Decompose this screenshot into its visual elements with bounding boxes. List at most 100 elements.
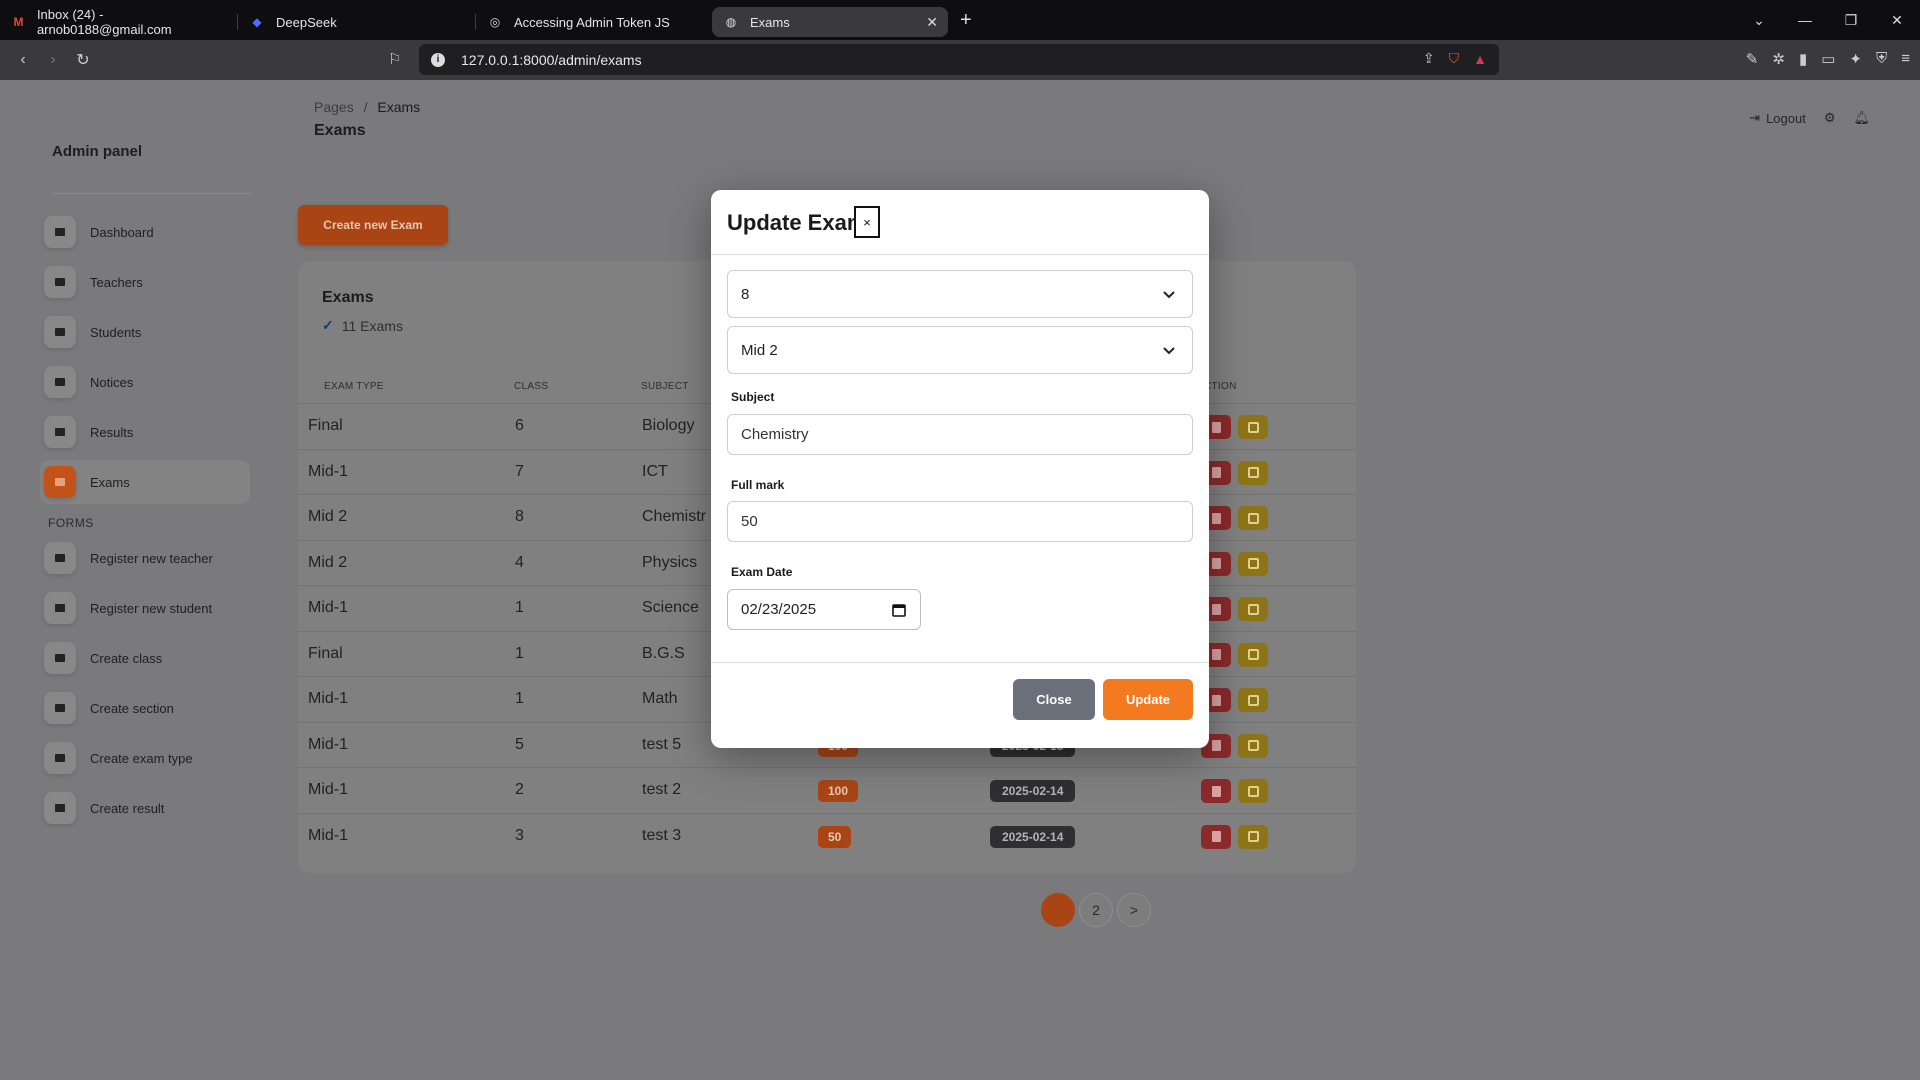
full-mark-badge: 100 — [818, 780, 859, 802]
sidebar-item-students[interactable]: Students — [40, 310, 250, 354]
exam-type-cell: Mid-1 — [308, 826, 349, 844]
exam-date-input[interactable]: 02/23/2025 — [727, 589, 921, 630]
page-1-button[interactable]: 1 — [1041, 893, 1075, 927]
students-icon — [44, 316, 76, 348]
new-tab-icon[interactable]: + — [960, 9, 972, 32]
edit-button[interactable] — [1238, 551, 1268, 576]
minimize-icon[interactable]: — — [1782, 12, 1828, 28]
bookmark-icon[interactable]: ⚐ — [388, 50, 401, 68]
tab-search-icon[interactable]: ⌄ — [1736, 12, 1782, 29]
sidebar-item-label: Create result — [90, 800, 165, 816]
address-bar[interactable]: i 127.0.0.1:8000/admin/exams ⇪ ⛉ ▲ — [419, 44, 1499, 75]
tab-deepseek[interactable]: ◆ DeepSeek — [238, 7, 476, 37]
edit-button[interactable] — [1238, 688, 1268, 712]
tab-title: Inbox (24) - arnob0188@gmail.com — [36, 7, 172, 37]
exam-type-cell: Mid 2 — [308, 553, 348, 571]
exam-type-select[interactable]: Mid 2 — [727, 326, 1193, 374]
brave-rewards-icon[interactable]: ▲ — [1473, 51, 1487, 67]
divider — [711, 662, 1209, 663]
sidebar-item-results[interactable]: Results — [40, 410, 250, 454]
wallet-icon[interactable]: ▭ — [1821, 50, 1835, 68]
brave-shield-icon[interactable]: ⛉ — [1449, 50, 1460, 67]
sidebar-icon[interactable]: ▮ — [1799, 50, 1807, 68]
delete-button[interactable] — [1201, 779, 1231, 803]
sidebar-item-create-class[interactable]: Create class — [40, 636, 250, 680]
class-cell: 8 — [515, 508, 524, 525]
class-cell: 6 — [515, 417, 524, 434]
chevron-down-icon — [1163, 291, 1175, 299]
gear-icon[interactable]: ⚙ — [1824, 110, 1836, 126]
bell-icon[interactable]: 🔔︎ — [1853, 110, 1870, 126]
trash-icon — [1211, 740, 1221, 751]
openai-icon: ◎ — [489, 15, 501, 29]
sidebar-item-register-teacher[interactable]: Register new teacher — [40, 536, 250, 580]
restore-icon[interactable]: ❐ — [1828, 12, 1874, 29]
back-icon[interactable]: ‹ — [8, 51, 38, 69]
subject-label: Subject — [731, 390, 775, 404]
class-cell: 1 — [515, 644, 524, 662]
page-2-button[interactable]: 2 — [1079, 893, 1113, 927]
edit-button[interactable] — [1238, 733, 1268, 758]
subject-input[interactable]: Chemistry — [727, 414, 1193, 455]
edit-button[interactable] — [1238, 506, 1268, 530]
close-tab-icon[interactable]: ✕ — [926, 14, 938, 31]
site-info-icon[interactable]: i — [431, 52, 445, 67]
sidebar-item-notices[interactable]: Notices — [40, 360, 250, 404]
edit-icon — [1247, 740, 1259, 751]
extensions-icon[interactable]: ✲ — [1772, 50, 1785, 68]
leo-ai-icon[interactable]: ✦ — [1849, 50, 1862, 68]
class-cell: 2 — [515, 781, 524, 798]
exam-date-label: Exam Date — [731, 565, 793, 579]
sidebar-item-label: Create exam type — [90, 750, 193, 766]
next-page-button[interactable]: > — [1117, 893, 1151, 927]
breadcrumb-pages[interactable]: Pages — [314, 99, 354, 115]
edit-button[interactable] — [1238, 460, 1268, 485]
class-cell: 1 — [515, 690, 524, 707]
forward-icon[interactable]: › — [38, 51, 68, 69]
logout-button[interactable]: ⇥ Logout — [1749, 110, 1806, 126]
update-exam-modal: Update Exam × 8 Mid 2 Subject Chemistry … — [711, 190, 1209, 748]
delete-button[interactable] — [1201, 824, 1231, 849]
tab-chatgpt[interactable]: ◎ Accessing Admin Token JS — [476, 7, 712, 37]
page-title: Exams — [314, 122, 366, 139]
window-controls: ⌄ — ❐ ✕ — [1736, 0, 1920, 40]
browser-toolbar: ‹ › ↻ ⚐ i 127.0.0.1:8000/admin/exams ⇪ ⛉… — [0, 40, 1920, 80]
sidebar-item-exams[interactable]: Exams — [40, 460, 250, 504]
exam-type-cell: Mid 2 — [308, 508, 348, 525]
edit-button[interactable] — [1238, 824, 1268, 849]
sidebar-item-register-student[interactable]: Register new student — [40, 586, 250, 630]
edit-button[interactable] — [1238, 779, 1268, 803]
sidebar-item-create-result[interactable]: Create result — [40, 786, 250, 830]
eyedropper-icon[interactable]: ✎ — [1746, 50, 1759, 68]
calendar-icon[interactable] — [892, 603, 906, 617]
create-exam-button[interactable]: Create new Exam — [298, 205, 448, 245]
edit-button[interactable] — [1238, 642, 1268, 667]
share-icon[interactable]: ⇪ — [1423, 50, 1435, 67]
close-window-icon[interactable]: ✕ — [1874, 12, 1920, 29]
extension-icons: ✎ ✲ ▮ ▭ ✦ ⛨ ≡ — [1746, 50, 1910, 68]
tab-title: DeepSeek — [276, 14, 337, 30]
modal-close-x-button[interactable]: × — [854, 206, 880, 238]
class-select[interactable]: 8 — [727, 270, 1193, 318]
fullmark-input[interactable]: 50 — [727, 501, 1193, 542]
update-button[interactable]: Update — [1103, 679, 1193, 720]
sidebar-item-teachers[interactable]: Teachers — [40, 260, 250, 304]
sidebar-item-create-section[interactable]: Create section — [40, 686, 250, 730]
edit-button[interactable] — [1238, 415, 1268, 439]
edit-icon — [1247, 694, 1259, 706]
close-button[interactable]: Close — [1013, 679, 1095, 720]
edit-icon — [1247, 785, 1259, 797]
vpn-icon[interactable]: ⛨ — [1876, 50, 1887, 68]
edit-button[interactable] — [1238, 597, 1268, 621]
sidebar-item-create-exam-type[interactable]: Create exam type — [40, 736, 250, 780]
tab-exams[interactable]: ◍ Exams ✕ — [712, 7, 948, 37]
reload-icon[interactable]: ↻ — [68, 50, 98, 70]
trash-icon — [1211, 421, 1221, 433]
sidebar-item-dashboard[interactable]: Dashboard — [40, 210, 250, 254]
exam-type-cell: Mid-1 — [308, 462, 349, 480]
divider — [52, 193, 252, 194]
subject-cell: test 3 — [642, 826, 682, 844]
subject-cell: ICT — [642, 462, 668, 480]
menu-icon[interactable]: ≡ — [1901, 50, 1910, 68]
tab-gmail[interactable]: M Inbox (24) - arnob0188@gmail.com — [0, 7, 238, 37]
